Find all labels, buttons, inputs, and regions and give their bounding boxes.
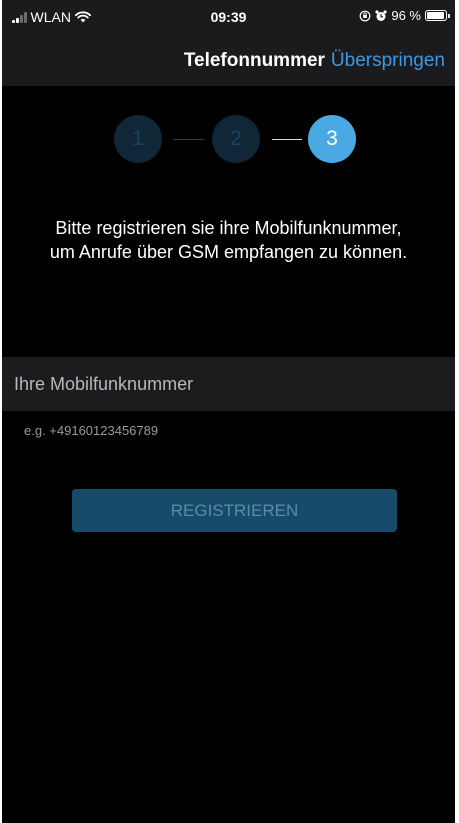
nav-title-group: Telefonnummer Überspringen [184, 50, 445, 72]
battery-fill [427, 12, 445, 19]
phone-format-hint: e.g. +49160123456789 [24, 423, 159, 438]
status-bar: WLAN 09:39 96 % [2, 0, 455, 36]
orientation-lock-icon [359, 10, 371, 21]
battery-percent: 96 % [391, 8, 421, 23]
status-right: 96 % [359, 8, 450, 23]
page-title: Telefonnummer [183, 50, 325, 71]
phone-field-row [2, 357, 455, 411]
step-1: 1 [114, 115, 162, 163]
step-connector-2 [272, 139, 302, 140]
instruction-text: Bitte registrieren sie ihre Mobilfunknum… [49, 218, 408, 262]
step-3: 3 [308, 115, 356, 163]
app-screen: WLAN 09:39 96 % Telefonnummer Überspring… [2, 0, 455, 823]
alarm-icon [375, 9, 387, 21]
register-button[interactable]: REGISTRIEREN [72, 489, 397, 532]
navigation-bar: Telefonnummer Überspringen [2, 36, 455, 86]
step-connector-1 [174, 139, 204, 140]
step-2: 2 [212, 115, 260, 163]
battery-icon [425, 10, 450, 21]
step-indicator: 1 2 3 [114, 115, 364, 163]
skip-button[interactable]: Überspringen [331, 50, 445, 72]
phone-number-input[interactable] [2, 357, 455, 411]
